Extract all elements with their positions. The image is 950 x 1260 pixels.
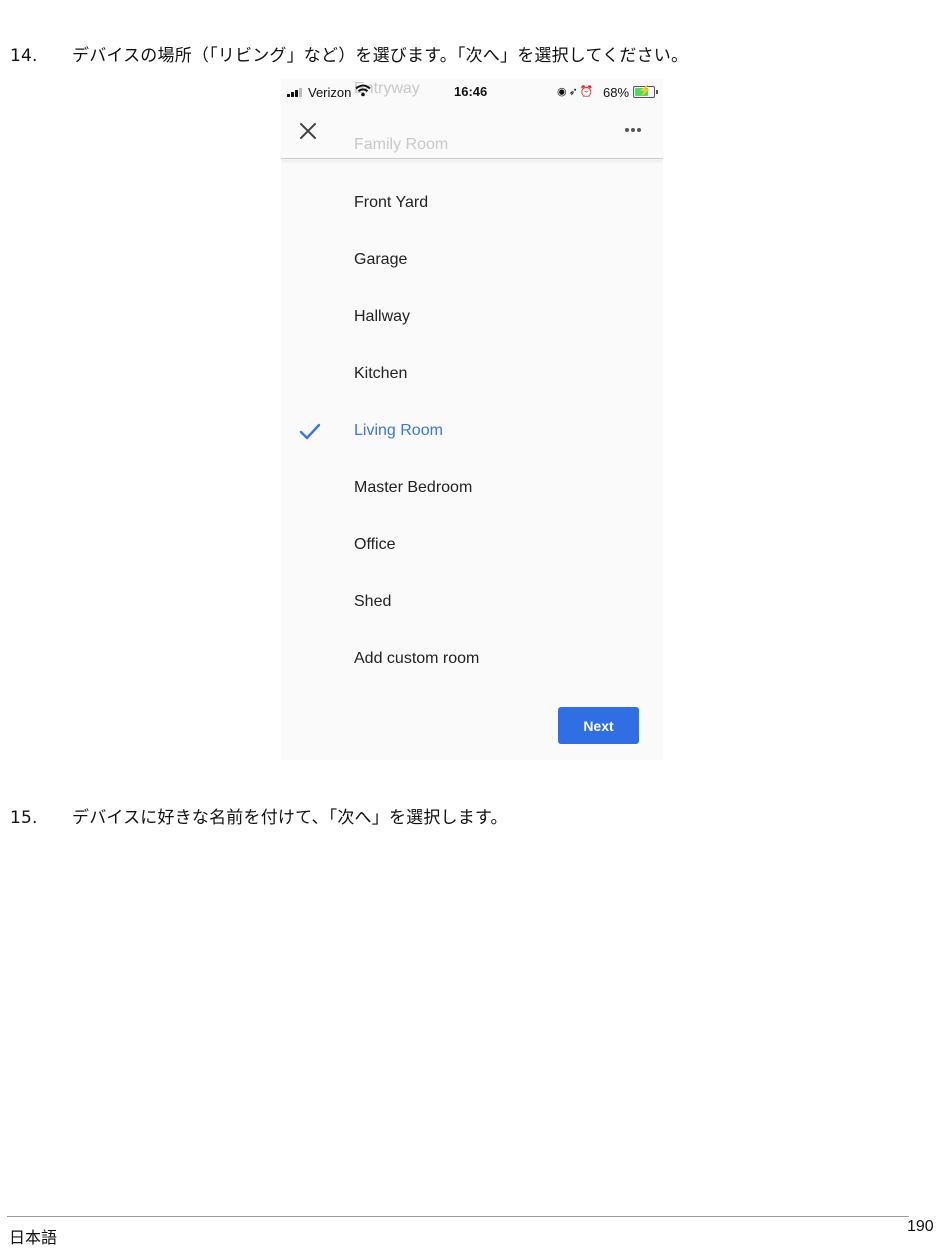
phone-screenshot: Entryway Family Room Verizon 16:46 ◉➶⏰ 6… [281,78,663,760]
alarm-icon: ⏰ [579,86,596,98]
status-bar: Verizon 16:46 ◉➶⏰ 68% ⚡ [281,78,663,106]
status-icons: ◉➶⏰ [557,85,596,98]
close-icon[interactable] [298,121,318,141]
step-number: 14. [10,46,38,66]
wifi-icon [355,84,371,97]
room-option-living-room[interactable]: Living Room [354,422,443,440]
battery-percentage: 68% [603,85,630,100]
page-number: 190 [907,1218,934,1235]
room-option-master-bedroom[interactable]: Master Bedroom [354,479,472,497]
room-option-kitchen[interactable]: Kitchen [354,365,407,383]
footer-divider [7,1216,909,1217]
room-option-hallway[interactable]: Hallway [354,308,410,326]
instruction-step-15: 15. デバイスに好きな名前を付けて、「次へ」を選択します。 [10,803,508,828]
add-custom-room-option[interactable]: Add custom room [354,650,479,668]
step-text: デバイスに好きな名前を付けて、「次へ」を選択します。 [72,808,508,828]
location-icon: ➶ [568,86,580,98]
carrier-name: Verizon [308,85,352,100]
next-button[interactable]: Next [558,707,639,744]
room-option-front-yard[interactable]: Front Yard [354,194,428,212]
step-number: 15. [10,808,38,828]
clock: 16:46 [454,84,488,99]
step-text: デバイスの場所（「リビング」など）を選びます。「次へ」を選択してください。 [72,46,689,66]
checkmark-icon [299,423,321,440]
orientation-lock-icon: ◉ [557,86,569,98]
header-divider [281,158,663,159]
battery-charging-icon: ⚡ [633,85,658,98]
more-options-icon[interactable] [625,128,645,134]
room-option-office[interactable]: Office [354,536,396,554]
room-option-shed[interactable]: Shed [354,593,391,611]
signal-icon [287,87,303,97]
scrolled-room-label: Family Room [354,136,449,153]
footer-language: 日本語 [9,1228,58,1247]
room-option-garage[interactable]: Garage [354,251,407,269]
instruction-step-14: 14. デバイスの場所（「リビング」など）を選びます。「次へ」を選択してください。 [10,41,688,66]
